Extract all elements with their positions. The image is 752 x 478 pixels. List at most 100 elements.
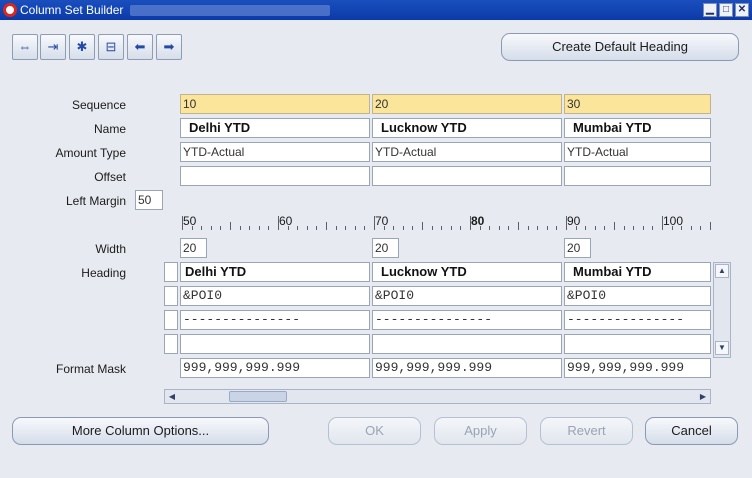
name-input[interactable]: Delhi YTD xyxy=(180,118,370,138)
ok-button[interactable]: OK xyxy=(328,417,421,445)
title-bar: Column Set Builder ▁ □ ✕ xyxy=(0,0,752,20)
ruler-tick xyxy=(297,226,299,230)
cancel-button[interactable]: Cancel xyxy=(645,417,738,445)
amount-type-input[interactable]: YTD-Actual xyxy=(564,142,711,162)
more-column-options-button[interactable]: More Column Options... xyxy=(12,417,269,445)
offset-input[interactable] xyxy=(372,166,562,186)
scroll-left-icon[interactable]: ◀ xyxy=(166,391,178,402)
ruler-tick xyxy=(441,226,443,230)
heading-line-1[interactable]: Delhi YTD xyxy=(180,262,370,282)
ruler-label: 60 xyxy=(279,214,293,228)
heading-label: Heading xyxy=(81,266,126,280)
move-right-icon[interactable]: ➡ xyxy=(156,34,182,60)
heading-line-4[interactable] xyxy=(372,334,562,354)
heading-line-1[interactable]: Mumbai YTD xyxy=(564,262,711,282)
ruler-tick xyxy=(527,226,529,230)
offset-input[interactable] xyxy=(180,166,370,186)
maximize-icon[interactable]: □ xyxy=(719,3,733,17)
amount-type-label: Amount Type xyxy=(55,146,127,160)
width-input[interactable]: 20 xyxy=(564,238,591,258)
heading-line-2[interactable]: &POI0 xyxy=(372,286,562,306)
amount-type-input[interactable]: YTD-Actual xyxy=(372,142,562,162)
heading-line-4[interactable] xyxy=(564,334,711,354)
left-margin-input[interactable]: 50 xyxy=(135,190,163,210)
minimize-icon[interactable]: ▁ xyxy=(703,3,717,17)
sequence-input[interactable]: 10 xyxy=(180,94,370,114)
ruler-tick xyxy=(287,226,289,230)
ruler-tick xyxy=(306,226,308,230)
offset-input[interactable] xyxy=(564,166,711,186)
ruler-tick xyxy=(652,226,654,230)
create-default-heading-button[interactable]: Create Default Heading xyxy=(501,33,739,61)
name-input[interactable]: Lucknow YTD xyxy=(372,118,562,138)
format-mask-input[interactable]: 999,999,999.999 xyxy=(564,358,711,378)
heading-line-2[interactable]: &POI0 xyxy=(564,286,711,306)
ruler-tick xyxy=(470,216,471,230)
amount-type-input[interactable]: YTD-Actual xyxy=(180,142,370,162)
left-margin-label: Left Margin xyxy=(65,194,126,208)
ruler-tick xyxy=(566,216,567,230)
sequence-label: Sequence xyxy=(71,98,126,112)
offset-label: Offset xyxy=(94,170,126,184)
ruler-tick xyxy=(498,226,500,230)
name-label: Name xyxy=(93,122,126,136)
scroll-up-icon[interactable]: ▲ xyxy=(715,264,729,278)
ruler-tick xyxy=(239,226,241,230)
ruler-tick xyxy=(489,226,491,230)
ruler-tick xyxy=(623,226,625,230)
heading-line-2[interactable]: &POI0 xyxy=(180,286,370,306)
heading-line-3[interactable]: --------------- xyxy=(564,310,711,330)
ruler-tick xyxy=(556,226,558,230)
ruler-tick xyxy=(450,226,452,230)
delete-icon[interactable]: ⊟ xyxy=(98,34,124,60)
ruler-tick xyxy=(278,216,279,230)
ruler-label: 50 xyxy=(183,214,197,228)
heading-line-4[interactable] xyxy=(180,334,370,354)
width-input[interactable]: 20 xyxy=(180,238,207,258)
ruler-tick xyxy=(268,226,270,230)
format-mask-input[interactable]: 999,999,999.999 xyxy=(180,358,370,378)
horizontal-scrollbar[interactable]: ◀ ▶ xyxy=(164,389,711,404)
heading-line-3[interactable]: --------------- xyxy=(180,310,370,330)
heading-line-1[interactable]: Lucknow YTD xyxy=(372,262,562,282)
ruler-tick xyxy=(326,222,327,230)
ruler-tick xyxy=(335,226,337,230)
ruler-label: 70 xyxy=(375,214,389,228)
format-mask-input[interactable]: 999,999,999.999 xyxy=(372,358,562,378)
ruler-tick xyxy=(508,226,510,230)
ruler-tick xyxy=(316,226,318,230)
name-input[interactable]: Mumbai YTD xyxy=(564,118,711,138)
add-column-icon[interactable]: ⇔ xyxy=(12,34,38,60)
ruler-tick xyxy=(422,222,423,230)
window-title: Column Set Builder xyxy=(20,3,124,17)
ruler-tick xyxy=(700,226,702,230)
heading-row-stub xyxy=(164,310,178,330)
scroll-right-icon[interactable]: ▶ xyxy=(697,391,709,402)
insert-column-icon[interactable]: ⇥ xyxy=(40,34,66,60)
ruler-tick xyxy=(518,222,519,230)
ruler-tick xyxy=(460,226,462,230)
scroll-down-icon[interactable]: ▼ xyxy=(715,341,729,355)
ruler-tick xyxy=(191,226,193,230)
ruler-tick xyxy=(642,226,644,230)
revert-button[interactable]: Revert xyxy=(540,417,633,445)
ruler-label: 100 xyxy=(663,214,684,228)
heading-row-stub xyxy=(164,262,178,282)
move-left-icon[interactable]: ⬅ xyxy=(127,34,153,60)
ruler-tick xyxy=(690,226,692,230)
width-input[interactable]: 20 xyxy=(372,238,399,258)
close-icon[interactable]: ✕ xyxy=(735,3,749,17)
scroll-thumb[interactable] xyxy=(229,391,287,402)
sequence-input[interactable]: 20 xyxy=(372,94,562,114)
apply-button[interactable]: Apply xyxy=(434,417,527,445)
ruler-tick xyxy=(249,226,251,230)
heading-row-stub xyxy=(164,286,178,306)
sequence-input[interactable]: 30 xyxy=(564,94,711,114)
ruler-tick xyxy=(585,226,587,230)
heading-line-3[interactable]: --------------- xyxy=(372,310,562,330)
ruler-label: 90 xyxy=(567,214,581,228)
oracle-app-icon xyxy=(3,3,17,17)
new-row-icon[interactable]: ✱ xyxy=(69,34,95,60)
vertical-scrollbar[interactable]: ▲ ▼ xyxy=(713,262,731,358)
ruler-tick xyxy=(710,222,711,230)
